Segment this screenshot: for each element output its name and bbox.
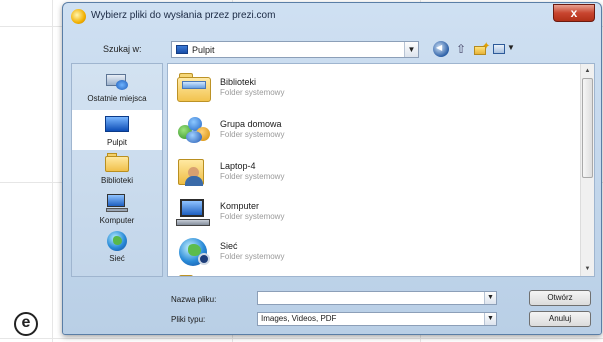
item-type: Folder systemowy: [220, 252, 285, 261]
list-item[interactable]: Komputer Folder systemowy: [174, 192, 474, 232]
cancel-button[interactable]: Anuluj: [529, 311, 591, 327]
chevron-down-icon[interactable]: ▼: [484, 292, 496, 304]
user-folder-icon: [176, 155, 212, 187]
filetype-select[interactable]: Images, Videos, PDF ▼: [257, 312, 497, 326]
desktop-icon: [104, 114, 130, 136]
filetype-value: Images, Videos, PDF: [261, 314, 337, 323]
file-open-dialog: Wybierz pliki do wysłania przez prezi.co…: [62, 2, 602, 335]
list-item[interactable]: Laptop-4 Folder systemowy: [174, 152, 474, 192]
list-item[interactable]: Grupa domowa Folder systemowy: [174, 110, 474, 150]
open-button[interactable]: Otwórz: [529, 290, 591, 306]
item-name: Grupa domowa: [220, 119, 282, 129]
list-item-partial[interactable]: [174, 270, 474, 276]
vertical-scrollbar[interactable]: ▲ ▼: [580, 64, 594, 276]
filename-input[interactable]: ▼: [257, 291, 497, 305]
place-desktop[interactable]: Pulpit: [72, 110, 162, 150]
desktop-icon: [176, 45, 188, 54]
list-item[interactable]: Sieć Folder systemowy: [174, 232, 474, 272]
item-type: Folder systemowy: [220, 130, 285, 139]
computer-icon: [176, 195, 212, 227]
place-network[interactable]: Sieć: [72, 230, 162, 263]
place-computer[interactable]: Komputer: [72, 192, 162, 225]
view-menu-icon[interactable]: ▼: [493, 41, 515, 57]
item-type: Folder systemowy: [220, 212, 285, 221]
place-libraries[interactable]: Biblioteki: [72, 152, 162, 185]
item-name: Sieć: [220, 241, 238, 251]
item-type: Folder systemowy: [220, 172, 285, 181]
look-in-label: Szukaj w:: [103, 44, 142, 54]
item-name: Laptop-4: [220, 161, 256, 171]
up-folder-icon[interactable]: ⇧: [453, 41, 469, 57]
place-label: Ostatnie miejsca: [87, 94, 147, 103]
place-label: Sieć: [109, 254, 125, 263]
file-list: Biblioteki Folder systemowy Grupa domowa…: [167, 63, 595, 277]
chevron-down-icon[interactable]: ▼: [404, 42, 418, 57]
places-bar: Ostatnie miejsca Pulpit Biblioteki Kompu…: [71, 63, 163, 277]
scrollbar-thumb[interactable]: [582, 78, 593, 178]
recent-places-icon: [104, 70, 130, 92]
item-type: Folder systemowy: [220, 88, 285, 97]
scroll-down-icon[interactable]: ▼: [581, 263, 594, 275]
item-name: Biblioteki: [220, 77, 257, 87]
prezi-app-icon: [71, 9, 86, 24]
scroll-up-icon[interactable]: ▲: [581, 65, 594, 77]
filename-label: Nazwa pliku:: [171, 295, 217, 304]
homegroup-icon: [176, 113, 212, 145]
network-icon: [104, 230, 130, 252]
dialog-title: Wybierz pliki do wysłania przez prezi.co…: [91, 10, 276, 21]
place-label: Komputer: [99, 216, 135, 225]
new-folder-icon[interactable]: ✦: [473, 41, 490, 57]
back-icon[interactable]: [433, 41, 449, 57]
list-item[interactable]: Biblioteki Folder systemowy: [174, 68, 474, 108]
place-label: Pulpit: [106, 138, 127, 147]
title-bar[interactable]: Wybierz pliki do wysłania przez prezi.co…: [63, 3, 601, 29]
close-button[interactable]: x: [553, 4, 595, 22]
computer-icon: [104, 192, 130, 214]
look-in-value: Pulpit: [192, 45, 215, 55]
place-label: Biblioteki: [100, 176, 133, 185]
toolbar: Szukaj w: Pulpit ▼ ⇧ ✦ ▼: [63, 35, 601, 61]
look-in-select[interactable]: Pulpit ▼: [171, 41, 419, 58]
item-name: Komputer: [220, 201, 260, 211]
libraries-icon: [104, 152, 130, 174]
filetype-label: Pliki typu:: [171, 315, 206, 324]
place-recent[interactable]: Ostatnie miejsca: [72, 70, 162, 103]
network-icon: [176, 235, 212, 267]
browser-logo-icon: e: [14, 312, 38, 336]
libraries-folder-icon: [176, 71, 212, 103]
folder-icon: [176, 273, 212, 276]
chevron-down-icon[interactable]: ▼: [484, 313, 496, 325]
